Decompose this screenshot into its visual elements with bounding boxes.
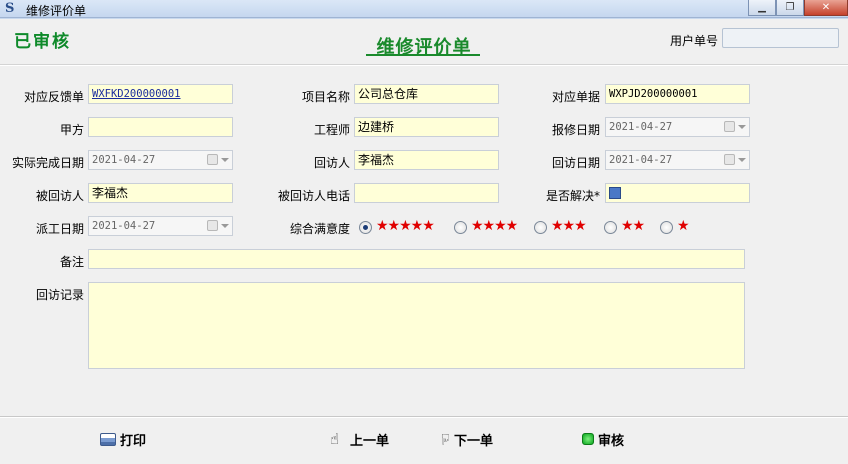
close-button[interactable]: ✕	[804, 0, 848, 16]
form-body: 已审核 维修评价单 用户单号 对应反馈单 WXFKD200000001 项目名称…	[0, 19, 848, 464]
user-number-field[interactable]	[722, 28, 839, 48]
visit-record-textarea[interactable]	[88, 282, 745, 369]
dispatch-date-label: 派工日期	[35, 222, 84, 236]
calendar-icon	[207, 220, 218, 231]
window-title: 维修评价单	[26, 4, 87, 18]
form-title-underline	[366, 54, 480, 56]
visitor-label: 回访人	[313, 156, 350, 170]
finish-date-value: 2021-04-27	[92, 154, 156, 166]
visit-date-label: 回访日期	[551, 156, 600, 170]
printer-icon	[100, 432, 116, 446]
project-name-label: 项目名称	[301, 90, 350, 104]
four-star-rating-icon: ★★★★	[471, 218, 518, 234]
approve-label: 审核	[598, 433, 625, 449]
finish-date-label: 实际完成日期	[11, 156, 84, 170]
remark-label: 备注	[59, 255, 84, 269]
divider	[0, 417, 848, 418]
user-number-label: 用户单号	[670, 34, 719, 48]
status-stamp: 已审核	[14, 32, 71, 52]
finish-date-picker[interactable]: 2021-04-27	[88, 150, 233, 170]
previous-button[interactable]: ☝ 上一单	[330, 429, 389, 449]
feedback-no-field[interactable]: WXFKD200000001	[88, 84, 233, 104]
document-label: 对应单据	[551, 90, 600, 104]
pointing-hand-down-icon: ☝	[440, 430, 450, 448]
minimize-button[interactable]: ▁	[748, 0, 776, 16]
engineer-field[interactable]: 边建桥	[354, 117, 499, 137]
checkbox-icon[interactable]	[609, 187, 621, 199]
visit-record-label: 回访记录	[35, 288, 84, 302]
previous-label: 上一单	[350, 433, 390, 449]
satisfaction-radio-5[interactable]	[359, 221, 372, 234]
chevron-down-icon	[221, 158, 229, 162]
window-controls: ▁ ❐ ✕	[748, 0, 848, 16]
green-status-icon	[582, 433, 594, 445]
visitee-phone-label: 被回访人电话	[277, 189, 350, 203]
resolved-field[interactable]	[605, 183, 750, 203]
approve-button[interactable]: 审核	[582, 429, 624, 449]
engineer-label: 工程师	[313, 123, 350, 137]
visitee-field[interactable]: 李福杰	[88, 183, 233, 203]
chevron-down-icon	[738, 125, 746, 129]
party-a-label: 甲方	[59, 123, 84, 137]
next-button[interactable]: ☝ 下一单	[434, 429, 493, 449]
calendar-icon	[724, 121, 735, 132]
pointing-hand-up-icon: ☝	[330, 430, 340, 448]
two-star-rating-icon: ★★	[621, 218, 645, 234]
next-label: 下一单	[454, 433, 494, 449]
feedback-no-label: 对应反馈单	[23, 90, 84, 104]
visit-date-picker[interactable]: 2021-04-27	[605, 150, 750, 170]
restore-button[interactable]: ❐	[776, 0, 804, 16]
document-field[interactable]: WXPJD200000001	[605, 84, 750, 104]
one-star-rating-icon: ★	[677, 218, 690, 234]
divider	[0, 65, 848, 66]
visit-date-value: 2021-04-27	[609, 154, 673, 166]
report-date-picker[interactable]: 2021-04-27	[605, 117, 750, 137]
party-a-field[interactable]	[88, 117, 233, 137]
satisfaction-radio-1[interactable]	[660, 221, 673, 234]
chevron-down-icon	[738, 158, 746, 162]
visitor-field[interactable]: 李福杰	[354, 150, 499, 170]
app-logo-icon: S	[5, 1, 15, 16]
resolved-label: 是否解决*	[545, 189, 600, 203]
calendar-icon	[207, 154, 218, 165]
report-date-value: 2021-04-27	[609, 121, 673, 133]
satisfaction-radio-4[interactable]	[454, 221, 467, 234]
title-bar: S 维修评价单 ▁ ❐ ✕	[0, 0, 848, 18]
dispatch-date-picker[interactable]: 2021-04-27	[88, 216, 233, 236]
satisfaction-label: 综合满意度	[289, 222, 350, 236]
print-label: 打印	[120, 433, 147, 449]
print-button[interactable]: 打印	[100, 429, 146, 449]
calendar-icon	[724, 154, 735, 165]
dispatch-date-value: 2021-04-27	[92, 220, 156, 232]
three-star-rating-icon: ★★★	[551, 218, 587, 234]
five-star-rating-icon: ★★★★★	[376, 218, 435, 234]
project-name-field[interactable]: 公司总仓库	[354, 84, 499, 104]
chevron-down-icon	[221, 224, 229, 228]
satisfaction-radio-3[interactable]	[534, 221, 547, 234]
visitee-phone-field[interactable]	[354, 183, 499, 203]
visitee-label: 被回访人	[35, 189, 84, 203]
report-date-label: 报修日期	[551, 123, 600, 137]
remark-field[interactable]	[88, 249, 745, 269]
satisfaction-radio-2[interactable]	[604, 221, 617, 234]
